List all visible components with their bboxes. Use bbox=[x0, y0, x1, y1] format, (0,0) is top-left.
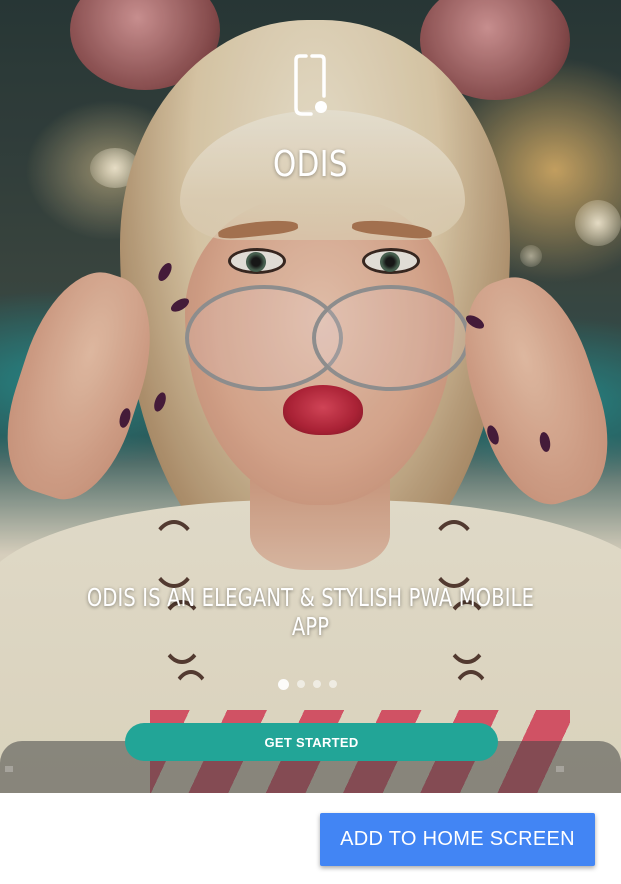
pagination-dot-2[interactable] bbox=[297, 680, 305, 688]
get-started-button[interactable]: GET STARTED bbox=[125, 723, 498, 761]
pagination-dot-3[interactable] bbox=[313, 680, 321, 688]
pagination-dot-1[interactable] bbox=[278, 678, 289, 690]
slide-tagline: ODIS IS AN ELEGANT & STYLISH PWA MOBILE … bbox=[86, 583, 535, 641]
add-to-home-screen-button[interactable]: ADD TO HOME SCREEN bbox=[320, 813, 595, 866]
bottom-bar-marker bbox=[5, 766, 13, 772]
slider-pagination bbox=[278, 678, 337, 690]
pagination-dot-4[interactable] bbox=[329, 680, 337, 688]
phone-logo-icon bbox=[294, 54, 327, 116]
hero-background-photo bbox=[0, 0, 621, 793]
bottom-bar-marker bbox=[556, 766, 564, 772]
app-title: ODIS bbox=[272, 144, 349, 185]
